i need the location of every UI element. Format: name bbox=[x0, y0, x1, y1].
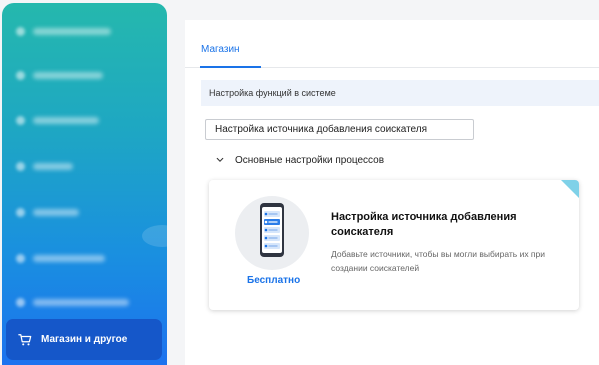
card-corner-ribbon bbox=[561, 180, 579, 198]
process-settings-group-toggle[interactable]: Основные настройки процессов bbox=[216, 152, 384, 168]
active-tab-indicator bbox=[200, 66, 261, 68]
section-title: Настройка функций в системе bbox=[209, 88, 336, 98]
sidebar-item[interactable] bbox=[16, 20, 156, 42]
sidebar-item-label-blurred bbox=[33, 254, 105, 262]
sidebar-item[interactable] bbox=[16, 155, 156, 177]
tab-shop[interactable]: Магазин bbox=[201, 44, 240, 55]
decorative-cloud bbox=[142, 225, 167, 247]
sidebar-item-label-blurred bbox=[33, 208, 79, 216]
blurred-icon bbox=[16, 115, 25, 125]
chevron-down-icon bbox=[216, 157, 224, 162]
main-panel: Магазин Настройка функций в системе Наст… bbox=[185, 20, 599, 365]
sidebar-item[interactable] bbox=[16, 64, 156, 86]
card-description: Добавьте источники, чтобы вы могли выбир… bbox=[331, 249, 546, 274]
blurred-icon bbox=[16, 161, 25, 171]
sidebar-item[interactable] bbox=[16, 247, 156, 269]
price-label: Бесплатно bbox=[247, 275, 301, 286]
blurred-icon bbox=[16, 26, 25, 36]
section-header: Настройка функций в системе bbox=[201, 80, 599, 106]
sidebar-item[interactable] bbox=[16, 201, 156, 223]
card-title: Настройка источника добавления соискател… bbox=[331, 211, 517, 239]
blurred-icon bbox=[16, 70, 25, 80]
sidebar-item[interactable] bbox=[16, 109, 156, 131]
sidebar-item-label-blurred bbox=[33, 71, 103, 79]
sidebar-item-label-blurred bbox=[33, 27, 111, 35]
search-input[interactable]: Настройка источника добавления соискател… bbox=[205, 119, 474, 140]
blurred-icon bbox=[16, 207, 25, 217]
sidebar-item-label: Магазин и другое bbox=[41, 334, 128, 345]
blurred-icon bbox=[16, 297, 25, 307]
app-card[interactable]: Бесплатно Настройка источника добавления… bbox=[209, 180, 579, 310]
sidebar-item[interactable] bbox=[16, 291, 156, 313]
sidebar-item-label-blurred bbox=[33, 298, 129, 306]
tab-bar: Магазин bbox=[185, 20, 599, 68]
group-label: Основные настройки процессов bbox=[235, 154, 385, 166]
sidebar bbox=[2, 3, 167, 365]
sidebar-item-shop[interactable]: Магазин и другое bbox=[6, 319, 162, 360]
smartphone-icon bbox=[260, 203, 284, 257]
blurred-icon bbox=[16, 253, 25, 263]
sidebar-item-label-blurred bbox=[33, 116, 99, 124]
cart-icon bbox=[18, 333, 32, 345]
sidebar-item-label-blurred bbox=[33, 162, 73, 170]
